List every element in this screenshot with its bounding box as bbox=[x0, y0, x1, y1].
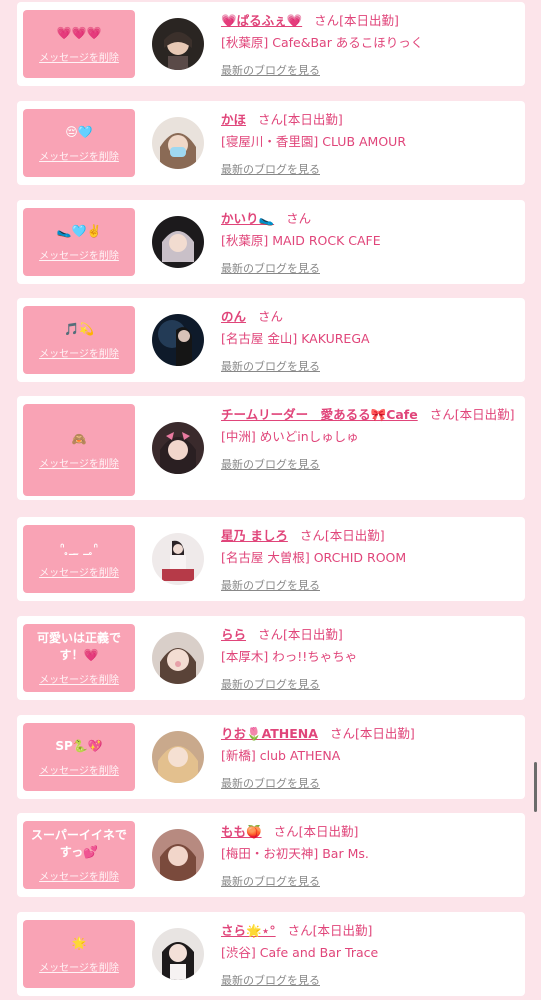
girl-name-link[interactable]: のん bbox=[221, 309, 246, 324]
message-badge: SP🐍💖 メッセージを削除 bbox=[23, 723, 135, 791]
delete-message-link[interactable]: メッセージを削除 bbox=[39, 455, 119, 470]
delete-message-link[interactable]: メッセージを削除 bbox=[39, 762, 119, 777]
list-item: 可愛いは正義です！💗 メッセージを削除 らら さん[本日出勤] [本厚木] わっ!… bbox=[17, 616, 525, 700]
avatar[interactable] bbox=[152, 216, 204, 268]
work-status: [本日出勤] bbox=[283, 112, 343, 127]
girl-name-link[interactable]: りお🌷ATHENA bbox=[221, 726, 318, 741]
message-text: 🥿🩵✌️ bbox=[56, 223, 102, 238]
shop-info: [本厚木] わっ!!ちゃちゃ bbox=[221, 649, 358, 664]
shop-info: [新橋] club ATHENA bbox=[221, 748, 341, 763]
message-text: SP🐍💖 bbox=[55, 738, 103, 753]
shop-info: [名古屋 金山] KAKUREGA bbox=[221, 331, 370, 346]
work-status: [本日出勤] bbox=[354, 726, 415, 741]
delete-message-link[interactable]: メッセージを削除 bbox=[39, 247, 119, 262]
avatar[interactable] bbox=[152, 928, 204, 980]
message-badge: 🎵💫 メッセージを削除 bbox=[23, 306, 135, 374]
scrollbar[interactable] bbox=[534, 762, 537, 812]
message-text: スーパーイイネですっ💕 bbox=[31, 828, 127, 859]
message-text: 🌟 bbox=[71, 935, 87, 950]
blog-link[interactable]: 最新のブログを見る bbox=[221, 358, 517, 374]
work-status: [本日出勤] bbox=[298, 824, 359, 839]
work-status: [本日出勤] bbox=[312, 923, 373, 938]
avatar[interactable] bbox=[152, 314, 204, 366]
message-badge: 可愛いは正義です！💗 メッセージを削除 bbox=[23, 624, 135, 692]
girl-name-link[interactable]: もも🍑 bbox=[221, 824, 262, 839]
delete-message-link[interactable]: メッセージを削除 bbox=[39, 959, 119, 974]
delete-message-link[interactable]: メッセージを削除 bbox=[39, 148, 119, 163]
message-badge: 🙈 メッセージを削除 bbox=[23, 404, 135, 496]
work-status: [本日出勤] bbox=[339, 13, 399, 28]
message-text: 😔🩵 bbox=[65, 124, 93, 139]
message-badge: ᐢ ̥_ ̫ _ ̥ᐢ メッセージを削除 bbox=[23, 525, 135, 593]
list-item: 🙈 メッセージを削除 チームリーダー 愛あるる🎀Cafe さん[本日出勤] [中洲… bbox=[17, 396, 525, 500]
blog-link[interactable]: 最新のブログを見る bbox=[221, 873, 517, 889]
shop-info: [名古屋 大曽根] ORCHID ROOM bbox=[221, 550, 407, 565]
delete-message-link[interactable]: メッセージを削除 bbox=[39, 868, 119, 883]
message-badge: スーパーイイネですっ💕 メッセージを削除 bbox=[23, 821, 135, 889]
list-item: 😔🩵 メッセージを削除 かほ さん[本日出勤] [寝屋川・香里園] CLUB AM… bbox=[17, 101, 525, 185]
girl-name-link[interactable]: らら bbox=[221, 627, 246, 642]
list-item: ᐢ ̥_ ̫ _ ̥ᐢ メッセージを削除 星乃 ましろ さん[本日出勤] [名古屋… bbox=[17, 517, 525, 601]
list-item: スーパーイイネですっ💕 メッセージを削除 もも🍑 さん[本日出勤] [梅田・お初天… bbox=[17, 813, 525, 897]
avatar[interactable] bbox=[152, 829, 204, 881]
girl-name-link[interactable]: 💗ぱるふぇ💗 bbox=[221, 13, 302, 28]
girl-name-link[interactable]: かほ bbox=[221, 112, 246, 127]
blog-link[interactable]: 最新のブログを見る bbox=[221, 456, 517, 472]
work-status: [本日出勤] bbox=[454, 407, 515, 422]
message-text: 💗💗💗 bbox=[56, 25, 102, 40]
girl-name-link[interactable]: かいり🥿 bbox=[221, 211, 274, 226]
shop-info: [梅田・お初天神] Bar Ms. bbox=[221, 846, 369, 861]
list-item: 💗💗💗 メッセージを削除 💗ぱるふぇ💗 さん[本日出勤] [秋葉原] Cafe&B… bbox=[17, 2, 525, 86]
message-text: 🙈 bbox=[71, 431, 87, 446]
delete-message-link[interactable]: メッセージを削除 bbox=[39, 49, 119, 64]
message-badge: 😔🩵 メッセージを削除 bbox=[23, 109, 135, 177]
work-status: [本日出勤] bbox=[324, 528, 385, 543]
message-badge: 🥿🩵✌️ メッセージを削除 bbox=[23, 208, 135, 276]
message-badge: 🌟 メッセージを削除 bbox=[23, 920, 135, 988]
girl-name-link[interactable]: 星乃 ましろ bbox=[221, 528, 288, 543]
list-item: 🌟 メッセージを削除 さら🌟⋆° さん[本日出勤] [渋谷] Cafe and B… bbox=[17, 912, 525, 996]
blog-link[interactable]: 最新のブログを見る bbox=[221, 972, 517, 988]
message-badge: 💗💗💗 メッセージを削除 bbox=[23, 10, 135, 78]
avatar[interactable] bbox=[152, 632, 204, 684]
avatar[interactable] bbox=[152, 18, 204, 70]
shop-info: [秋葉原] Cafe&Bar あるこほりっく bbox=[221, 35, 424, 50]
delete-message-link[interactable]: メッセージを削除 bbox=[39, 345, 119, 360]
blog-link[interactable]: 最新のブログを見る bbox=[221, 775, 517, 791]
message-text: 可愛いは正義です！💗 bbox=[36, 631, 121, 662]
message-text: ᐢ ̥_ ̫ _ ̥ᐢ bbox=[59, 540, 99, 555]
shop-info: [中洲] めいどinしゅしゅ bbox=[221, 429, 359, 444]
message-text: 🎵💫 bbox=[64, 321, 94, 336]
work-status: [本日出勤] bbox=[283, 627, 343, 642]
shop-info: [秋葉原] MAID ROCK CAFE bbox=[221, 233, 381, 248]
blog-link[interactable]: 最新のブログを見る bbox=[221, 161, 517, 177]
blog-link[interactable]: 最新のブログを見る bbox=[221, 577, 517, 593]
avatar[interactable] bbox=[152, 731, 204, 783]
list-item: 🥿🩵✌️ メッセージを削除 かいり🥿 さん [秋葉原] MAID ROCK CAF… bbox=[17, 200, 525, 284]
avatar[interactable] bbox=[152, 533, 204, 585]
delete-message-link[interactable]: メッセージを削除 bbox=[39, 564, 119, 579]
delete-message-link[interactable]: メッセージを削除 bbox=[39, 671, 119, 686]
list-item: 🎵💫 メッセージを削除 のん さん [名古屋 金山] KAKUREGA 最新のブロ… bbox=[17, 298, 525, 382]
shop-info: [渋谷] Cafe and Bar Trace bbox=[221, 945, 379, 960]
girl-name-link[interactable]: さら🌟⋆° bbox=[221, 923, 276, 938]
blog-link[interactable]: 最新のブログを見る bbox=[221, 260, 517, 276]
shop-info: [寝屋川・香里園] CLUB AMOUR bbox=[221, 134, 407, 149]
list-item: SP🐍💖 メッセージを削除 りお🌷ATHENA さん[本日出勤] [新橋] clu… bbox=[17, 715, 525, 799]
avatar[interactable] bbox=[152, 422, 204, 474]
girl-name-link[interactable]: チームリーダー 愛あるる🎀Cafe bbox=[221, 407, 418, 422]
avatar[interactable] bbox=[152, 117, 204, 169]
blog-link[interactable]: 最新のブログを見る bbox=[221, 62, 517, 78]
blog-link[interactable]: 最新のブログを見る bbox=[221, 676, 517, 692]
